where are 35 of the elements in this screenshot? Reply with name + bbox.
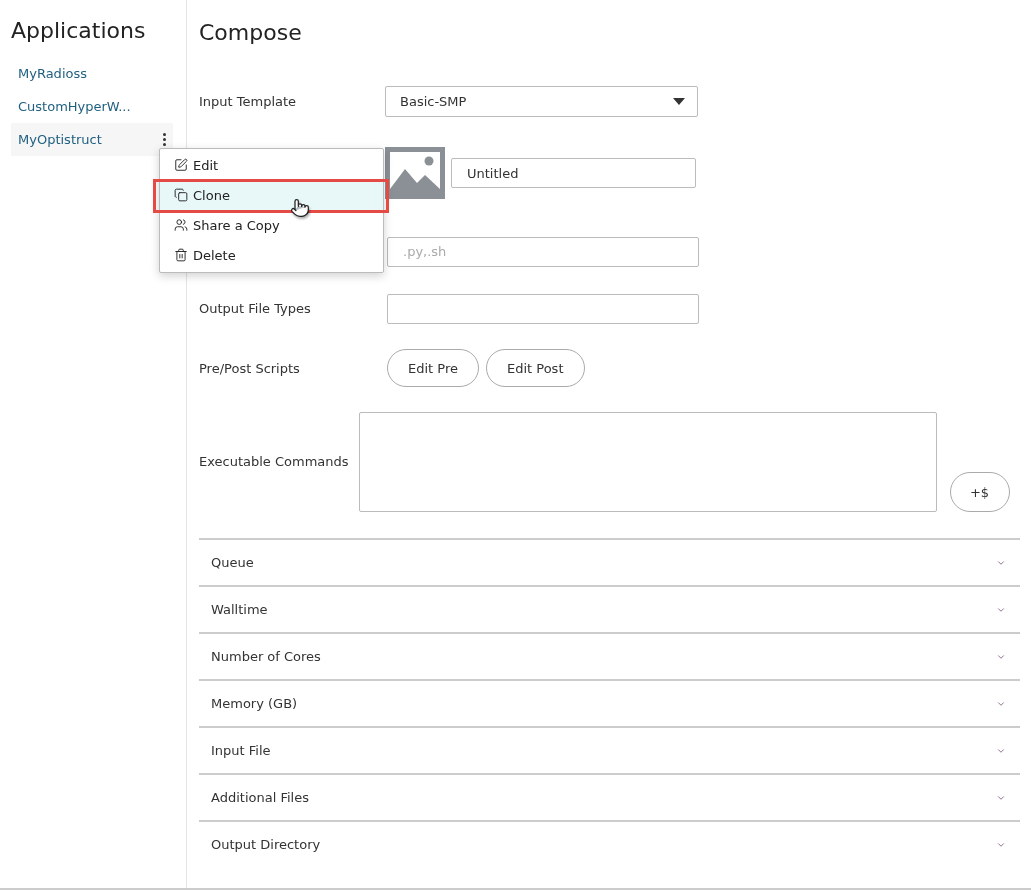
template-select[interactable]: Basic-SMP — [385, 85, 698, 117]
accordion-header[interactable]: Queue — [199, 538, 1020, 585]
hand-cursor-icon — [290, 198, 310, 218]
page-title: Compose — [199, 20, 303, 47]
accordion-header[interactable]: Memory (GB) — [199, 679, 1020, 726]
name-field[interactable]: Untitled — [451, 158, 696, 188]
accordion-header[interactable]: Walltime — [199, 585, 1020, 632]
menu-item[interactable]: Clone — [160, 180, 383, 210]
field-label: Output File Types — [199, 301, 312, 316]
commands-textarea[interactable] — [358, 412, 937, 512]
menu-item[interactable]: Delete — [160, 240, 383, 270]
accordion-header[interactable]: Additional Files — [199, 773, 1020, 820]
sidebar-title: Applications — [11, 18, 147, 43]
trash-icon — [174, 248, 188, 262]
edit-script-button[interactable]: Edit Post — [486, 349, 585, 387]
field-label: Input Template — [199, 93, 298, 109]
accordion-header[interactable]: Number of Cores — [199, 632, 1020, 679]
sidebar-item[interactable]: MyOptistruct — [11, 123, 173, 156]
caret-icon — [673, 97, 685, 105]
input-field[interactable]: .py,.sh — [387, 236, 699, 267]
accordion-header[interactable]: Input File — [199, 726, 1020, 773]
input-field[interactable] — [387, 293, 699, 324]
sidebar-item[interactable]: CustomHyperW... — [11, 90, 173, 123]
copy-icon — [174, 188, 188, 202]
menu-item[interactable]: Share a Copy — [160, 210, 383, 240]
sidebar-item[interactable]: MyRadioss — [11, 57, 173, 90]
field-label: Executable Commands — [199, 454, 349, 469]
image-icon[interactable] — [385, 147, 445, 199]
insert-variable-button[interactable]: +$ — [949, 472, 1010, 512]
accordion-header[interactable]: Output Directory — [199, 820, 1020, 867]
field-label: Pre/Post Scripts — [199, 360, 301, 376]
people-icon — [174, 218, 188, 232]
more-icon[interactable] — [163, 133, 166, 146]
edit-script-button[interactable]: Edit Pre — [387, 349, 479, 387]
pencil-icon — [174, 158, 188, 172]
